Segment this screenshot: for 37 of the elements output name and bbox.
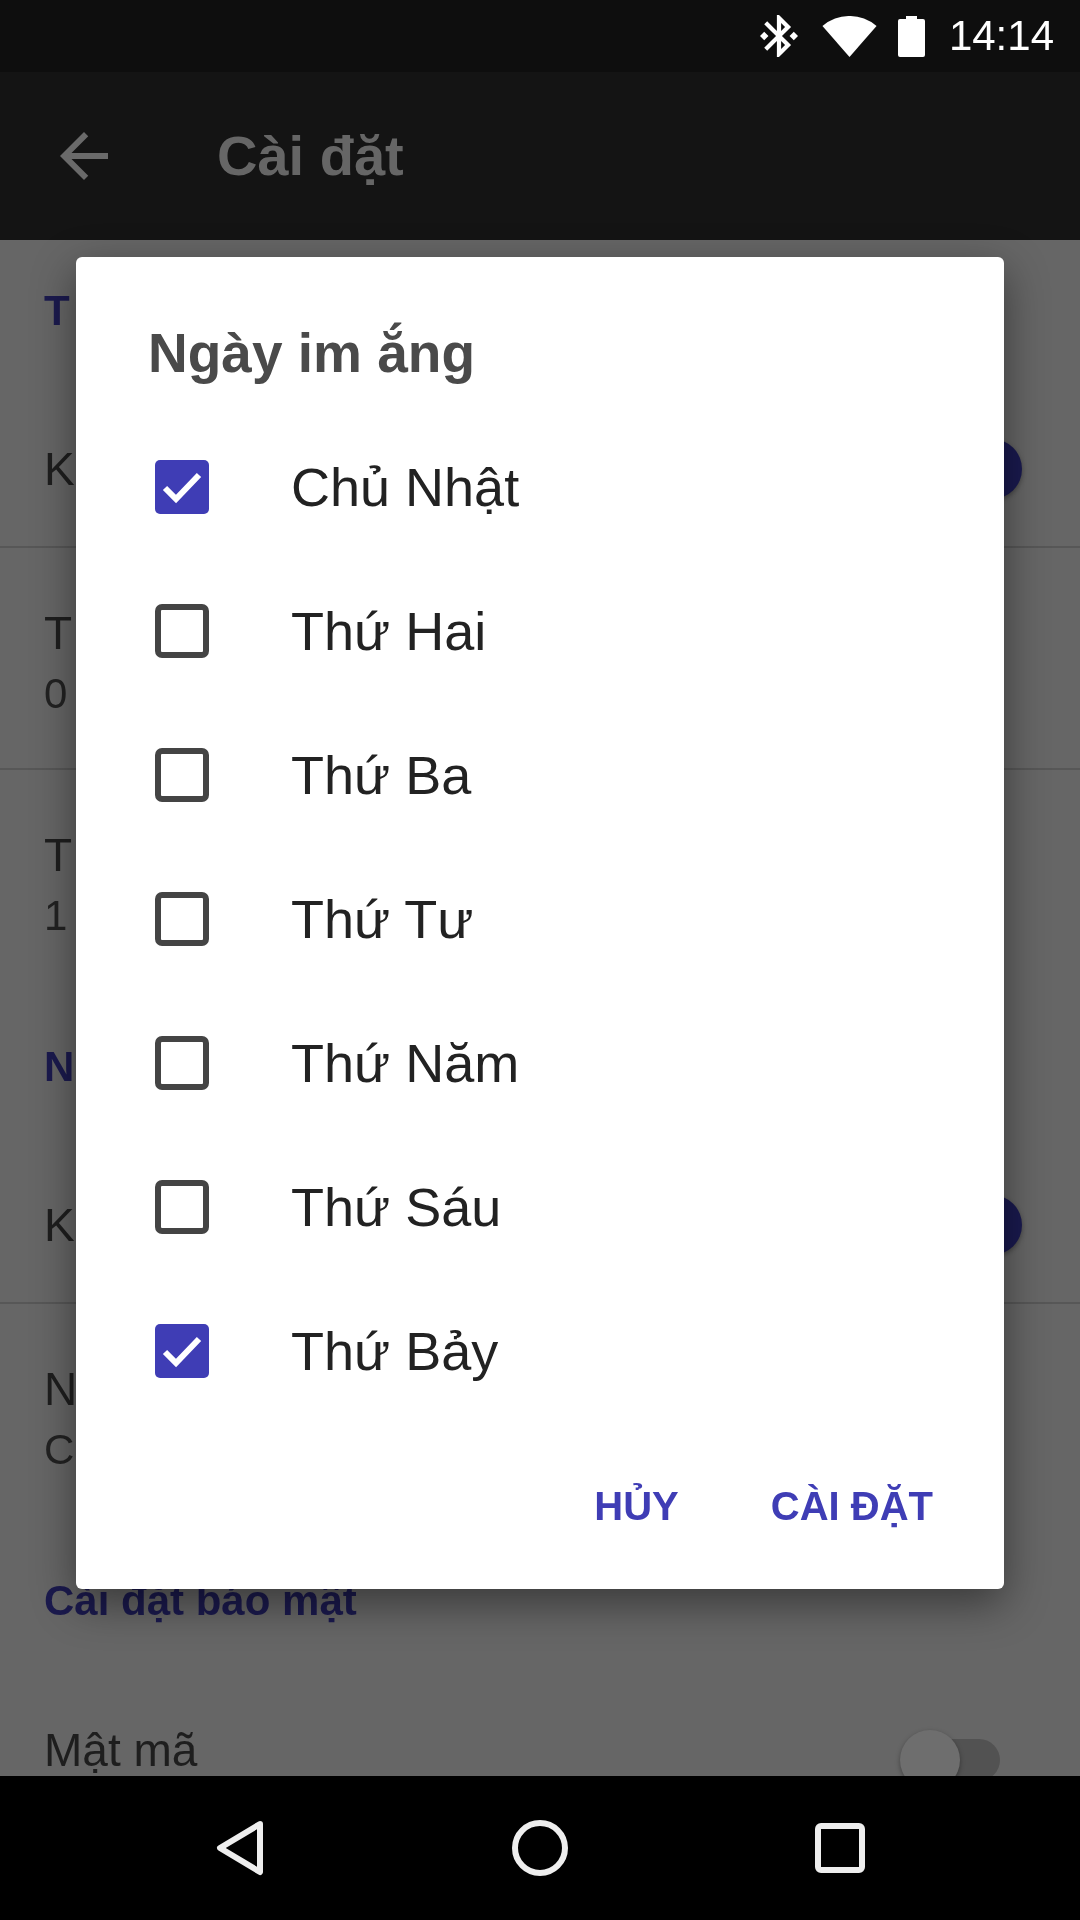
checkbox[interactable] [155, 1324, 209, 1378]
nav-back-icon[interactable] [216, 1820, 264, 1876]
confirm-button[interactable]: CÀI ĐẶT [746, 1452, 957, 1560]
checkbox[interactable] [155, 1036, 209, 1090]
app-bar-title: Cài đặt [217, 123, 404, 189]
section-header: N [44, 1043, 75, 1090]
checkbox[interactable] [155, 748, 209, 802]
cancel-button[interactable]: HỦY [570, 1452, 703, 1560]
bluetooth-icon [759, 15, 798, 57]
day-label[interactable]: Thứ Ba [291, 743, 472, 807]
battery-icon [897, 15, 925, 57]
checkbox[interactable] [155, 1180, 209, 1234]
section-header: T [44, 287, 70, 334]
day-label[interactable]: Thứ Hai [291, 599, 487, 663]
day-label[interactable]: Thứ Tư [291, 887, 474, 951]
day-label[interactable]: Chủ Nhật [291, 455, 520, 519]
day-label[interactable]: Thứ Sáu [291, 1175, 502, 1239]
checkbox[interactable] [155, 892, 209, 946]
setting-title: T [44, 828, 73, 882]
setting-summary: 1 [44, 892, 68, 940]
nav-home-icon[interactable] [512, 1820, 568, 1876]
setting-title: T [44, 606, 73, 660]
checkbox[interactable] [155, 460, 209, 514]
nav-recents-icon[interactable] [815, 1823, 865, 1873]
day-label[interactable]: Thứ Bảy [291, 1319, 499, 1383]
setting-title: Mật mã [44, 1724, 198, 1776]
checkbox[interactable] [155, 604, 209, 658]
day-label[interactable]: Thứ Năm [291, 1031, 520, 1095]
setting-summary: 0 [44, 670, 68, 718]
status-time: 14:14 [948, 12, 1054, 60]
setting-summary: C [44, 1426, 75, 1474]
dialog-title: Ngày im ắng [148, 321, 476, 386]
setting-title: K [44, 1199, 75, 1251]
wifi-icon [821, 15, 877, 57]
setting-title: K [44, 443, 75, 495]
setting-title: N [44, 1362, 78, 1416]
back-arrow-icon[interactable] [60, 132, 108, 180]
